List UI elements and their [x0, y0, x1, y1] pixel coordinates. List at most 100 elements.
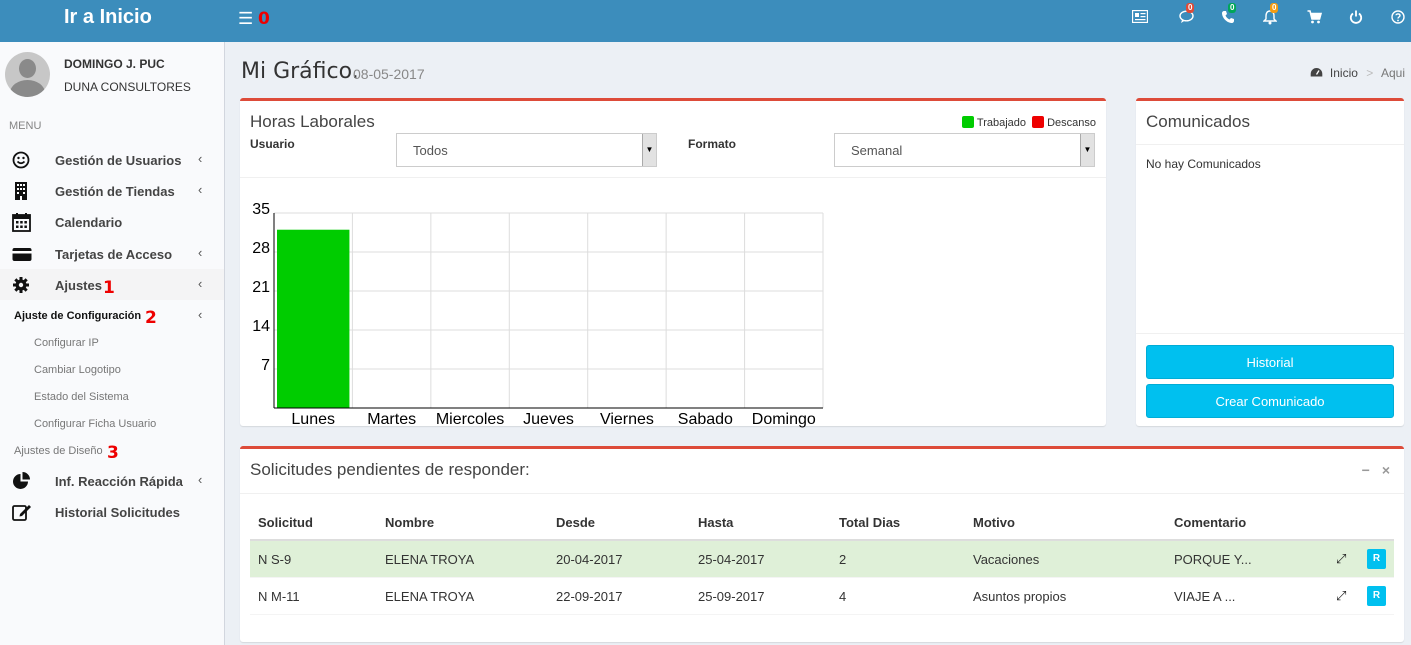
top-navbar: Ir a Inicio ☰ 0 0 0 0 — [0, 0, 1411, 42]
bell-icon[interactable]: 0 — [1260, 3, 1280, 28]
calendar-icon — [12, 212, 32, 232]
expand-icon[interactable]: ⤢ — [1336, 551, 1346, 567]
cell-motivo: Asuntos propios — [973, 589, 1067, 604]
col-header-desde[interactable]: Desde — [556, 515, 595, 530]
logo-link[interactable]: Ir a Inicio — [0, 0, 224, 42]
responder-button[interactable]: R — [1367, 586, 1386, 606]
dropdown-arrow-icon: ▼ — [1080, 134, 1094, 166]
x-tick-label: Martes — [367, 411, 416, 428]
col-header-motivo[interactable]: Motivo — [973, 515, 1015, 530]
dashboard-icon — [1310, 66, 1326, 80]
legend-label-descanso: Descanso — [1047, 117, 1096, 129]
sidebar-subitem-estado-sistema[interactable]: Estado del Sistema — [0, 386, 224, 410]
building-icon — [12, 181, 32, 201]
cell-solicitud: N M-11 — [258, 589, 300, 604]
breadcrumb-separator: > — [1366, 66, 1374, 80]
user-company: DUNA CONSULTORES — [64, 80, 191, 94]
page-title: Mi Gráfico. — [241, 59, 359, 84]
expand-icon[interactable]: ⤢ — [1336, 588, 1346, 604]
help-icon[interactable] — [1388, 10, 1408, 27]
menu-toggle-icon[interactable]: ☰ — [238, 9, 253, 29]
smile-icon — [12, 150, 32, 170]
cell-total-dias: 4 — [839, 589, 847, 604]
bell-badge: 0 — [1270, 3, 1279, 13]
gear-icon — [12, 275, 32, 295]
col-header-solicitud[interactable]: Solicitud — [258, 515, 313, 530]
sidebar-subitem-configurar-ip[interactable]: Configurar IP — [0, 332, 224, 356]
sidebar-item-label: Historial Solicitudes — [55, 505, 180, 520]
y-tick-label: 14 — [252, 318, 270, 335]
cell-desde: 22-09-2017 — [556, 589, 623, 604]
sidebar-subitem-ajustes-diseno[interactable]: Ajustes de Diseño 3 — [0, 440, 224, 464]
cell-motivo: Vacaciones — [973, 552, 1040, 567]
horas-laborales-box: Horas Laborales Trabajado Descanso Usuar… — [240, 98, 1106, 428]
cell-comentario: VIAJE A ... — [1174, 589, 1236, 604]
sidebar: DOMINGO J. PUC DUNA CONSULTORES MENU Ges… — [0, 42, 225, 645]
cell-nombre: ELENA TROYA — [385, 552, 475, 567]
formato-select[interactable]: Semanal ▼ — [834, 133, 1095, 167]
chevron-left-icon: ‹ — [198, 276, 203, 291]
col-header-nombre[interactable]: Nombre — [385, 515, 434, 530]
breadcrumb-current: Aqui — [1380, 66, 1405, 80]
chat-icon[interactable]: 0 — [1176, 3, 1196, 27]
legend-swatch-descanso — [1032, 116, 1045, 128]
horas-chart: 7 14 21 28 35 Lunes Martes Miercoles Jueves Viern… — [252, 201, 824, 428]
collapse-icon[interactable]: − — [1362, 462, 1370, 478]
sidebar-subitem-configurar-ficha[interactable]: Configurar Ficha Usuario — [0, 413, 224, 437]
sidebar-item-historial[interactable]: Historial Solicitudes — [0, 496, 224, 527]
usuario-select[interactable]: Todos ▼ — [396, 133, 657, 167]
page-date: 08-05-2017 — [353, 66, 425, 82]
legend-label-trabajado: Trabajado — [976, 117, 1027, 129]
cell-hasta: 25-09-2017 — [698, 589, 765, 604]
formato-select-value: Semanal — [851, 143, 903, 158]
breadcrumb-home[interactable]: Inicio — [1330, 66, 1358, 80]
newspaper-icon[interactable] — [1130, 9, 1150, 26]
user-name: DOMINGO J. PUC — [64, 57, 165, 71]
annotation-2: 2 — [145, 308, 157, 328]
cart-icon[interactable] — [1304, 10, 1324, 27]
phone-icon[interactable]: 0 — [1218, 3, 1238, 27]
breadcrumb: Inicio > Aqui — [1310, 66, 1405, 80]
table-row[interactable]: N M-11 ELENA TROYA 22-09-2017 25-09-2017… — [250, 578, 1394, 615]
usuario-label: Usuario — [250, 137, 295, 151]
sidebar-subitem-cambiar-logotipo[interactable]: Cambiar Logotipo — [0, 359, 224, 383]
y-tick-label: 7 — [261, 357, 270, 374]
cell-desde: 20-04-2017 — [556, 552, 623, 567]
subitem-label: Cambiar Logotipo — [34, 364, 121, 376]
y-tick-label: 28 — [252, 240, 270, 257]
sidebar-item-tarjetas[interactable]: Tarjetas de Acceso ‹ — [0, 238, 224, 269]
power-icon[interactable] — [1346, 10, 1366, 27]
formato-label: Formato — [688, 137, 736, 151]
chart-legend: Trabajado Descanso — [961, 116, 1096, 129]
close-icon[interactable]: × — [1382, 462, 1390, 478]
col-header-hasta[interactable]: Hasta — [698, 515, 733, 530]
table-row[interactable]: N S-9 ELENA TROYA 20-04-2017 25-04-2017 … — [250, 541, 1394, 578]
sidebar-subitem-ajuste-configuracion[interactable]: Ajuste de Configuración 2 ‹ — [0, 304, 224, 328]
menu-header: MENU — [9, 120, 42, 132]
sidebar-item-usuarios[interactable]: Gestión de Usuarios ‹ — [0, 144, 224, 175]
y-tick-label: 35 — [252, 201, 270, 218]
x-tick-label: Viernes — [600, 411, 654, 428]
sidebar-item-label: Gestión de Tiendas — [55, 184, 175, 199]
sidebar-item-tiendas[interactable]: Gestión de Tiendas ‹ — [0, 175, 224, 206]
responder-button[interactable]: R — [1367, 549, 1386, 569]
chevron-left-icon: ‹ — [198, 182, 203, 197]
col-header-comentario[interactable]: Comentario — [1174, 515, 1246, 530]
chart-box-title: Horas Laborales — [250, 112, 375, 131]
subitem-label: Ajustes de Diseño — [14, 445, 103, 457]
cell-solicitud: N S-9 — [258, 552, 292, 567]
comunicados-empty-text: No hay Comunicados — [1146, 157, 1261, 171]
sidebar-item-reaccion-rapida[interactable]: Inf. Reacción Rápida ‹ — [0, 465, 224, 496]
edit-icon — [12, 502, 32, 522]
subitem-label: Configurar Ficha Usuario — [34, 418, 157, 430]
pie-chart-icon — [12, 471, 32, 491]
avatar[interactable] — [5, 52, 50, 97]
sidebar-item-calendario[interactable]: Calendario — [0, 206, 224, 237]
x-tick-label: Lunes — [291, 411, 335, 428]
crear-comunicado-button[interactable]: Crear Comunicado — [1146, 384, 1394, 418]
comunicados-box: Comunicados No hay Comunicados Historial… — [1136, 98, 1404, 426]
col-header-total-dias[interactable]: Total Dias — [839, 515, 900, 530]
historial-button[interactable]: Historial — [1146, 345, 1394, 379]
sidebar-item-ajustes[interactable]: Ajustes 1 ‹ — [0, 269, 224, 300]
solicitudes-box: Solicitudes pendientes de responder: − × … — [240, 446, 1404, 642]
